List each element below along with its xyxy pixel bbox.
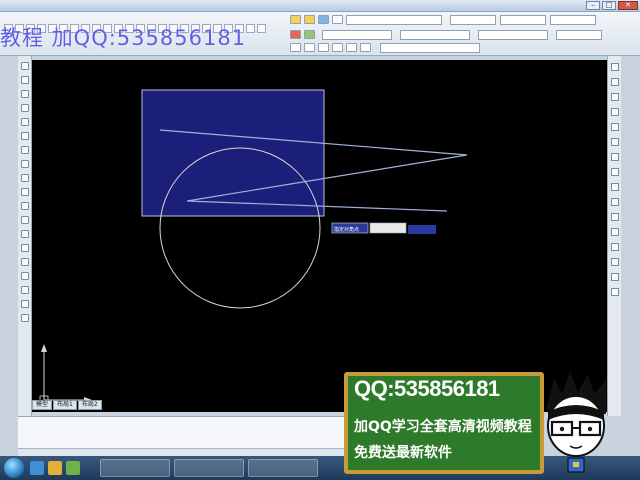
selection-rectangle[interactable]: [141, 89, 325, 217]
break-icon[interactable]: [610, 228, 619, 236]
make-block-icon[interactable]: [20, 230, 29, 238]
ellipse-arc-icon[interactable]: [20, 202, 29, 210]
point-icon[interactable]: [20, 244, 29, 252]
mtext-icon[interactable]: [20, 314, 29, 322]
fillet-icon[interactable]: [610, 273, 619, 281]
extend-object-icon[interactable]: [610, 213, 619, 221]
promo-line-1: 加QQ学习全套高清视频教程: [354, 419, 532, 435]
right-edge: [621, 56, 640, 416]
table-style-dropdown[interactable]: [478, 30, 548, 40]
status-bar: [18, 448, 348, 456]
text-style-icon[interactable]: [290, 30, 301, 39]
copy-object-icon[interactable]: [610, 78, 619, 86]
lineweight-dropdown[interactable]: [550, 15, 596, 25]
rotate-object-icon[interactable]: [610, 153, 619, 161]
promo-qq: QQ:535856181: [354, 376, 500, 401]
media-icon[interactable]: [66, 461, 80, 475]
dynamic-input-field[interactable]: [369, 222, 407, 234]
rotate-icon[interactable]: [318, 43, 329, 52]
table-icon[interactable]: [20, 300, 29, 308]
mirror-icon[interactable]: [610, 93, 619, 101]
revision-cloud-icon[interactable]: [20, 160, 29, 168]
scale-icon[interactable]: [332, 43, 343, 52]
dim-style-dropdown[interactable]: [400, 30, 470, 40]
start-orb-icon[interactable]: [4, 458, 24, 478]
tab-layout1[interactable]: 布局1: [53, 400, 77, 410]
watermark-text: 教程 加QQ:535856181: [0, 26, 247, 50]
taskbar-item-3[interactable]: [248, 459, 318, 477]
tab-layout2[interactable]: 布局2: [77, 400, 102, 410]
styles-toolbar: [290, 30, 315, 39]
color-square-icon[interactable]: [332, 15, 343, 24]
insert-block-icon[interactable]: [20, 216, 29, 224]
rectangle-icon[interactable]: [20, 118, 29, 126]
window-controls: – □ ✕: [586, 1, 638, 10]
construction-line-icon[interactable]: [20, 76, 29, 84]
hatch-icon[interactable]: [20, 258, 29, 266]
erase-icon[interactable]: [610, 63, 619, 71]
text-icon[interactable]: [257, 24, 266, 33]
extend-icon[interactable]: [360, 43, 371, 52]
layer-dropdown[interactable]: [346, 15, 442, 25]
offset-icon[interactable]: [610, 108, 619, 116]
polyline-icon[interactable]: [20, 90, 29, 98]
tab-model[interactable]: 模型: [32, 400, 53, 410]
trim-object-icon[interactable]: [610, 198, 619, 206]
promo-line-2: 免费送最新软件: [354, 445, 452, 461]
stretch-icon[interactable]: [610, 183, 619, 191]
taskbar-item-1[interactable]: [100, 459, 170, 477]
polygon-icon[interactable]: [20, 104, 29, 112]
gradient-icon[interactable]: [20, 272, 29, 280]
copy-icon[interactable]: [304, 43, 315, 52]
line-icon[interactable]: [20, 62, 29, 70]
move-object-icon[interactable]: [610, 138, 619, 146]
color-dropdown[interactable]: [450, 15, 496, 25]
spline-icon[interactable]: [20, 174, 29, 182]
dynamic-input-field-2[interactable]: [408, 225, 436, 234]
explode-icon[interactable]: [610, 288, 619, 296]
dim-icon[interactable]: [246, 24, 255, 33]
left-edge: [0, 56, 18, 416]
light-bulb-icon[interactable]: [290, 15, 301, 24]
window-maximize-icon[interactable]: □: [602, 1, 616, 10]
draw-order-toolbar: [290, 43, 371, 52]
mascot-cartoon-icon: [546, 372, 606, 473]
multileader-style-dropdown[interactable]: [556, 30, 602, 40]
workspace-dropdown[interactable]: [380, 43, 480, 53]
dynamic-input-text: 指定对角点: [334, 226, 359, 233]
quick-launch: [30, 461, 80, 475]
ie-icon[interactable]: [30, 461, 44, 475]
chamfer-icon[interactable]: [610, 258, 619, 266]
sun-icon[interactable]: [304, 15, 315, 24]
modify-toolbar: [607, 56, 621, 416]
promo-banner: QQ:535856181 加QQ学习全套高清视频教程 免费送最新软件: [344, 372, 544, 474]
draw-toolbar: [18, 56, 32, 416]
linetype-dropdown[interactable]: [500, 15, 546, 25]
title-bar: – □ ✕: [0, 0, 640, 12]
folder-icon[interactable]: [48, 461, 62, 475]
array-icon[interactable]: [610, 123, 619, 131]
text-style-dropdown[interactable]: [322, 30, 392, 40]
circle-icon[interactable]: [20, 146, 29, 154]
lock-icon[interactable]: [318, 15, 329, 24]
ellipse-icon[interactable]: [20, 188, 29, 196]
move-icon[interactable]: [290, 43, 301, 52]
region-icon[interactable]: [20, 286, 29, 294]
arc-icon[interactable]: [20, 132, 29, 140]
window-close-icon[interactable]: ✕: [618, 1, 638, 10]
scale-object-icon[interactable]: [610, 168, 619, 176]
taskbar-item-2[interactable]: [174, 459, 244, 477]
autocad-window: – □ ✕ 教程 加QQ:535856181 指定对角点 模型 布局1 布局2 …: [0, 0, 640, 480]
drawing-svg: 指定对角点: [39, 89, 468, 405]
ucs-axis-icon: [39, 344, 92, 405]
window-minimize-icon[interactable]: –: [586, 1, 600, 10]
dim-style-icon[interactable]: [304, 30, 315, 39]
trim-icon[interactable]: [346, 43, 357, 52]
layers-toolbar: [290, 15, 343, 24]
join-icon[interactable]: [610, 243, 619, 251]
layout-tabs: 模型 布局1 布局2: [32, 400, 102, 410]
drawing-canvas[interactable]: 指定对角点: [32, 60, 607, 412]
